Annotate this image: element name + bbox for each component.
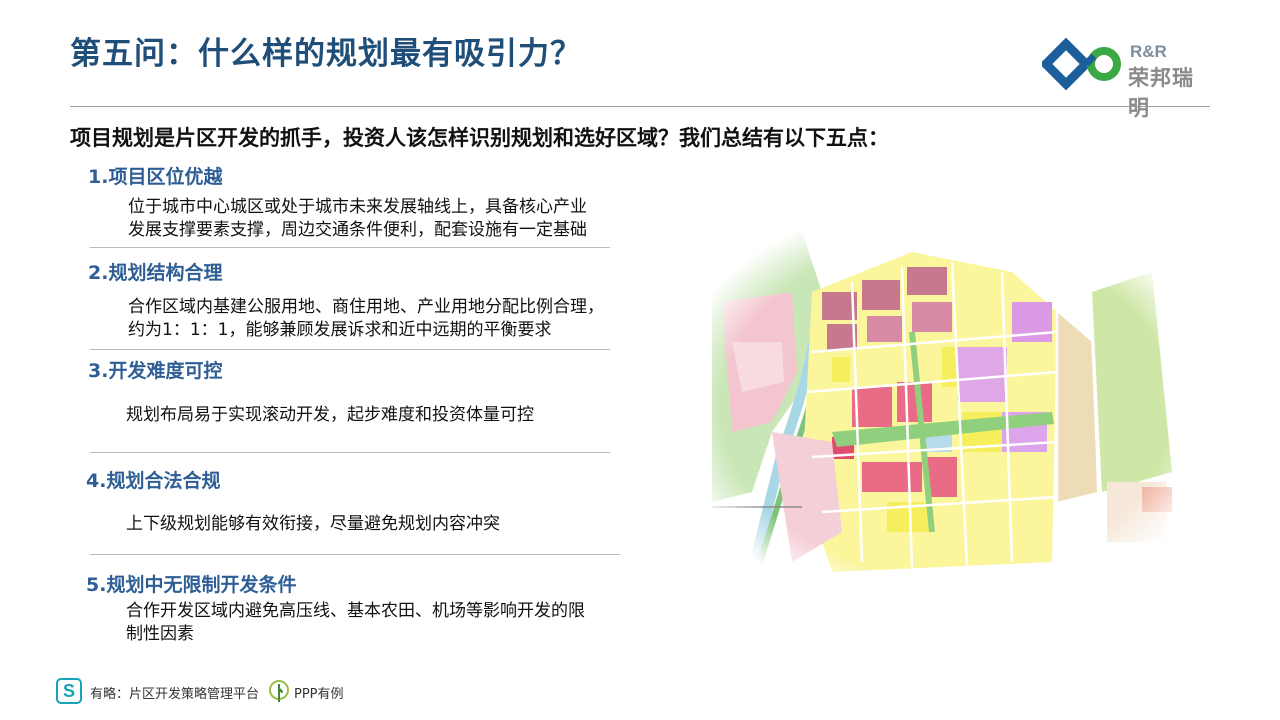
item-1-line-1: 位于城市中心城区或处于城市未来发展轴线上，具备核心产业	[128, 197, 587, 217]
item-4-body: 上下级规划能够有效衔接，尽量避免规划内容冲突	[126, 513, 646, 536]
item-4-line-1: 上下级规划能够有效衔接，尽量避免规划内容冲突	[126, 514, 500, 534]
item-1-body: 位于城市中心城区或处于城市未来发展轴线上，具备核心产业 发展支撑要素支撑，周边交…	[128, 196, 648, 242]
intro-text: 项目规划是片区开发的抓手，投资人该怎样识别规划和选好区域？我们总结有以下五点：	[70, 126, 889, 150]
logo-mark-icon	[1042, 37, 1121, 91]
company-logo: R&R 荣邦瑞明	[1042, 36, 1212, 120]
header-divider	[70, 106, 1210, 107]
item-5-body: 合作开发区域内避免高压线、基本农田、机场等影响开发的限 制性因素	[126, 600, 646, 646]
land-use-plan-map	[712, 232, 1182, 582]
item-3-body: 规划布局易于实现滚动开发，起步难度和投资体量可控	[126, 404, 646, 427]
footer-platform-text: 有略：片区开发策略管理平台	[90, 687, 260, 702]
item-5-heading: 5.规划中无限制开发条件	[86, 574, 297, 596]
item-4-heading: 4.规划合法合规	[86, 470, 221, 492]
item-2-heading: 2.规划结构合理	[88, 262, 223, 284]
item-2-body: 合作区域内基建公服用地、商住用地、产业用地分配比例合理， 约为1：1：1，能够兼…	[128, 296, 648, 342]
item-1-line-2: 发展支撑要素支撑，周边交通条件便利，配套设施有一定基础	[128, 220, 587, 240]
item-2-line-1: 合作区域内基建公服用地、商住用地、产业用地分配比例合理，	[128, 297, 604, 317]
item-3-heading: 3.开发难度可控	[88, 360, 223, 382]
logo-text-en: R&R	[1130, 42, 1167, 61]
footer-ppp-text: PPP有例	[294, 687, 344, 702]
page-title: 第五问：什么样的规划最有吸引力？	[70, 36, 582, 72]
item-5-line-1: 合作开发区域内避免高压线、基本农田、机场等影响开发的限	[126, 601, 585, 621]
separator-4	[90, 554, 620, 555]
item-5-line-2: 制性因素	[126, 624, 194, 644]
separator-2	[90, 349, 610, 350]
logo-text-cn: 荣邦瑞明	[1128, 66, 1194, 120]
item-1-heading: 1.项目区位优越	[88, 166, 223, 188]
ppp-leaf-icon	[269, 680, 289, 702]
separator-1	[90, 247, 610, 248]
platform-logo-icon: S	[56, 678, 82, 704]
separator-3	[90, 452, 610, 453]
item-2-line-2: 约为1：1：1，能够兼顾发展诉求和近中远期的平衡要求	[128, 320, 552, 340]
item-3-line-1: 规划布局易于实现滚动开发，起步难度和投资体量可控	[126, 405, 534, 425]
